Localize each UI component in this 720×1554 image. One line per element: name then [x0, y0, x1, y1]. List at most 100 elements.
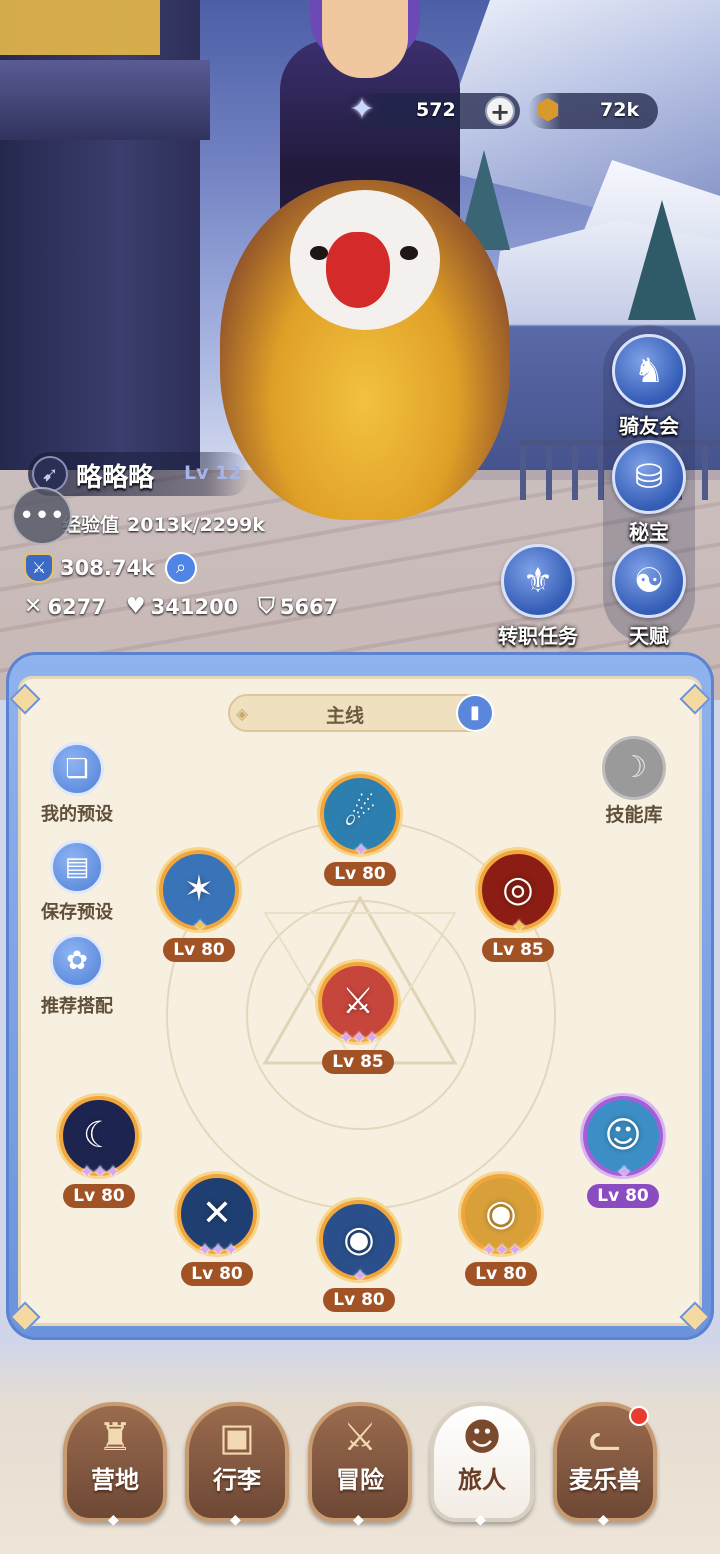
- talent-label: 天赋: [629, 624, 669, 648]
- job-quest-button[interactable]: ⚜ 转职任务: [490, 544, 586, 648]
- pine-tree: [628, 200, 696, 320]
- skill-stars: ✦: [192, 916, 207, 937]
- skill-stars: ✦✦✦: [338, 1028, 379, 1049]
- hp-stat: ♥ 341200: [126, 594, 238, 619]
- skill-slot-bottom-5[interactable]: ☺ ✦ Lv 80: [578, 1096, 668, 1216]
- notification-dot: [629, 1406, 649, 1426]
- skill-stars: ✦: [352, 1266, 367, 1287]
- skill-slot-left[interactable]: ✶ ✦ Lv 80: [154, 850, 244, 970]
- save-preset-button[interactable]: ▤ 保存预设: [30, 840, 124, 924]
- nav-pets[interactable]: ᓚ 麦乐兽 ◆: [553, 1402, 657, 1528]
- traveler-head-icon: ☻: [462, 1415, 502, 1459]
- skill-stars: ✦: [511, 916, 526, 937]
- coin-icon: ⬢: [535, 92, 561, 126]
- skill-level: Lv 80: [324, 862, 396, 886]
- player-name: 略略略: [76, 463, 155, 493]
- power-value: 308.74k: [60, 556, 156, 580]
- search-icon: ⌕: [175, 557, 187, 578]
- nav-traveler[interactable]: ☻ 旅人 ◆: [430, 1402, 534, 1528]
- skill-slot-bottom-2[interactable]: ✕ ✦✦✦ Lv 80: [172, 1174, 262, 1294]
- cards-icon: ❏: [50, 742, 104, 796]
- skill-level: Lv 85: [322, 1050, 394, 1074]
- my-preset-button[interactable]: ❏ 我的预设: [30, 742, 124, 826]
- nav-adventure[interactable]: ⚔ 冒险 ◆: [308, 1402, 412, 1528]
- gem-counter: ✦ 572 +: [340, 92, 520, 129]
- skill-slot-center[interactable]: ⚔ ✦✦✦ Lv 85: [313, 962, 403, 1082]
- diamond-icon: ◆: [108, 1512, 119, 1528]
- treasure-chest-icon: ⛁: [612, 440, 686, 514]
- gem-value: 572: [416, 99, 456, 121]
- mount-bird-eye: [310, 246, 328, 260]
- gold-counter: ⬢ 72k: [528, 93, 658, 129]
- horse-head-icon: ♞: [612, 334, 686, 408]
- exp-value: 2013k/2299k: [127, 514, 265, 536]
- nav-card: ⚔ 冒险: [308, 1402, 412, 1522]
- skill-level: Lv 80: [323, 1288, 395, 1312]
- treasure-label: 秘宝: [629, 520, 669, 544]
- combo-icon: ✿: [50, 934, 104, 988]
- nav-camp[interactable]: ♜ 营地 ◆: [63, 1402, 167, 1528]
- skill-level: Lv 80: [587, 1184, 659, 1208]
- skill-slot-bottom-1[interactable]: ☾ ✦✦✦ Lv 80: [54, 1096, 144, 1216]
- player-character[interactable]: [200, 0, 530, 540]
- diamond-icon: ◆: [598, 1512, 609, 1528]
- skill-level: Lv 85: [482, 938, 554, 962]
- nav-label: 冒险: [336, 1466, 384, 1494]
- backpack-icon: ▣: [219, 1415, 255, 1459]
- defense-value: 5667: [279, 594, 339, 619]
- nav-card: ▣ 行李: [185, 1402, 289, 1522]
- diamond-icon: ◆: [475, 1512, 486, 1528]
- skill-stars: ✦✦✦: [481, 1240, 522, 1261]
- nav-card: ♜ 营地: [63, 1402, 167, 1522]
- inspect-power-button[interactable]: ⌕: [165, 552, 198, 584]
- character-face: [322, 0, 408, 78]
- recommended-button[interactable]: ✿ 推荐搭配: [30, 934, 124, 1018]
- nav-label: 营地: [91, 1466, 139, 1494]
- heart-icon: ♥: [125, 594, 146, 619]
- attack-value: 6277: [47, 594, 106, 619]
- talent-button[interactable]: ☯ 天赋: [601, 544, 697, 648]
- player-level: Lv 12: [184, 462, 242, 484]
- treasure-button[interactable]: ⛁ 秘宝: [601, 440, 697, 544]
- skill-slot-bottom-4[interactable]: ◉ ✦✦✦ Lv 80: [456, 1174, 546, 1294]
- tab-main-quest[interactable]: ◈ 主线 ▮: [228, 694, 494, 732]
- skill-stars: ✦✦✦: [79, 1162, 120, 1183]
- save-icon: ▤: [50, 840, 104, 894]
- skill-slot-bottom-3[interactable]: ◉ ✦ Lv 80: [314, 1200, 404, 1320]
- add-gems-button[interactable]: +: [485, 96, 515, 126]
- skill-stars: ✦: [616, 1162, 631, 1183]
- shield-icon: ⛉: [258, 594, 275, 619]
- nav-bag[interactable]: ▣ 行李 ◆: [185, 1402, 289, 1528]
- crossed-swords-icon: ✕: [24, 594, 43, 619]
- skill-slot-right[interactable]: ◎ ✦ Lv 85: [473, 850, 563, 970]
- book-icon[interactable]: ▮: [456, 694, 494, 732]
- shield-power-icon: ⚔: [24, 553, 54, 583]
- brain-head-icon: ☯: [612, 544, 686, 618]
- defense-stat: ⛉ 5667: [258, 594, 338, 619]
- power-line: ⚔ 308.74k ⌕: [24, 552, 198, 584]
- skill-stars: ✦✦✦: [197, 1240, 238, 1261]
- preset-label: 保存预设: [41, 902, 113, 923]
- skill-level: Lv 80: [181, 1262, 253, 1286]
- job-quest-label: 转职任务: [498, 624, 578, 648]
- street-lamp: [0, 0, 160, 55]
- mount-club-button[interactable]: ♞ 骑友会: [601, 334, 697, 438]
- skill-level: Lv 80: [63, 1184, 135, 1208]
- hp-value: 341200: [150, 594, 239, 619]
- mount-bird-beak: [326, 232, 390, 308]
- nav-label: 麦乐兽: [569, 1466, 641, 1494]
- chat-button[interactable]: •••: [12, 487, 72, 545]
- skill-library-button[interactable]: ☽ 技能库: [594, 736, 674, 827]
- tab-label: 主线: [325, 705, 364, 727]
- skill-level: Lv 80: [163, 938, 235, 962]
- star-crystal-icon: ✦: [349, 91, 375, 127]
- exp-line: 经验值 2013k/2299k: [62, 510, 273, 537]
- nav-label: 旅人: [458, 1466, 506, 1494]
- nav-label: 行李: [213, 1466, 261, 1494]
- player-name-bar[interactable]: ➹ 略略略 Lv 12: [28, 452, 250, 496]
- skill-library-label: 技能库: [605, 804, 663, 826]
- crossed-swords-icon: ⚔: [342, 1415, 378, 1459]
- preset-label: 我的预设: [41, 804, 113, 825]
- attack-stat: ✕ 6277: [24, 594, 106, 619]
- skill-slot-top[interactable]: ☄ ✦ Lv 80: [315, 774, 405, 894]
